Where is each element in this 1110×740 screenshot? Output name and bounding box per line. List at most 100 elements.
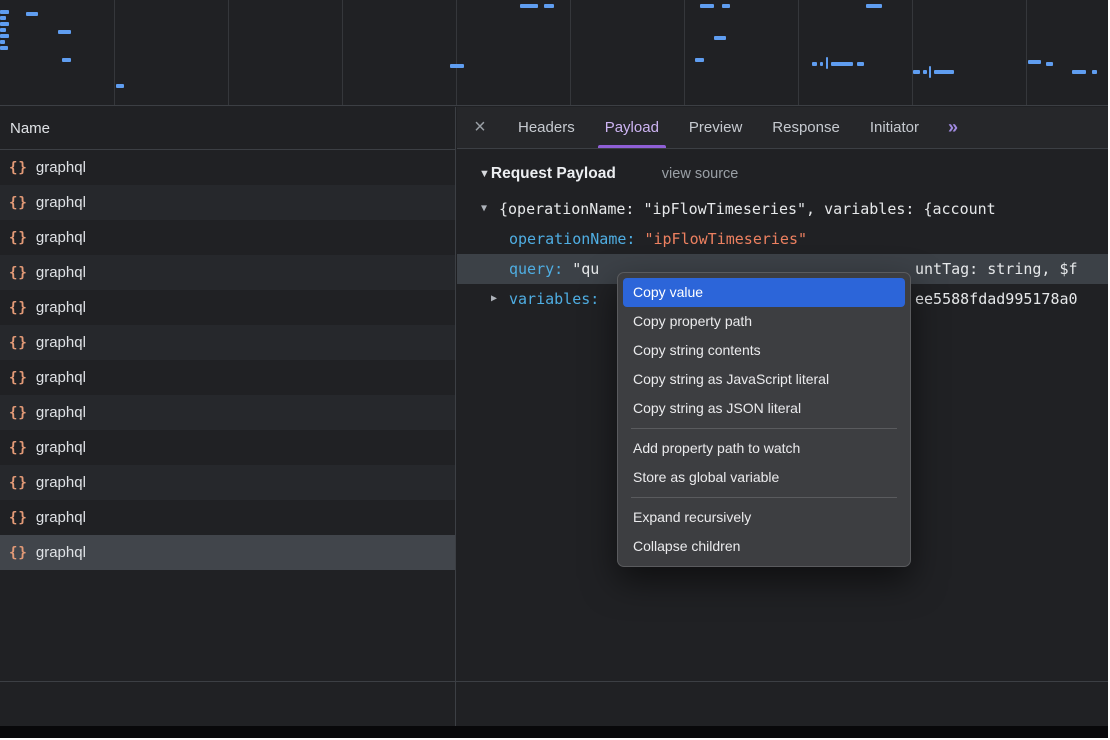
column-header-name[interactable]: Name bbox=[0, 107, 455, 150]
menu-item[interactable]: Expand recursively bbox=[623, 503, 905, 532]
activity-bar bbox=[700, 4, 714, 8]
request-payload-header: ▼ Request Payload view source bbox=[457, 165, 1108, 183]
activity-bar bbox=[58, 30, 71, 34]
tab-preview[interactable]: Preview bbox=[674, 107, 757, 148]
activity-bar bbox=[695, 58, 704, 62]
request-name: graphql bbox=[36, 439, 86, 456]
bottom-bar bbox=[0, 726, 1108, 738]
menu-item[interactable]: Store as global variable bbox=[623, 463, 905, 492]
json-braces-icon: {} bbox=[9, 475, 28, 491]
menu-item[interactable]: Copy string contents bbox=[623, 336, 905, 365]
grid-line bbox=[456, 0, 457, 105]
menu-item[interactable]: Copy value bbox=[623, 278, 905, 307]
request-name: graphql bbox=[36, 194, 86, 211]
tree-root-row[interactable]: ▼ {operationName: "ipFlowTimeseries", va… bbox=[457, 194, 1108, 224]
footer-divider bbox=[0, 681, 1108, 682]
grid-line bbox=[114, 0, 115, 105]
request-name: graphql bbox=[36, 509, 86, 526]
request-name: graphql bbox=[36, 299, 86, 316]
activity-bar bbox=[866, 4, 882, 8]
grid-line bbox=[912, 0, 913, 105]
grid-line bbox=[1026, 0, 1027, 105]
request-payload-title: Request Payload bbox=[491, 165, 616, 183]
json-braces-icon: {} bbox=[9, 195, 28, 211]
activity-bar bbox=[116, 84, 124, 88]
menu-item[interactable]: Copy property path bbox=[623, 307, 905, 336]
table-row[interactable]: {}graphql bbox=[0, 360, 455, 395]
activity-bar bbox=[1028, 60, 1041, 64]
object-preview: {operationName: "ipFlowTimeseries", vari… bbox=[499, 200, 996, 218]
table-row[interactable]: {}graphql bbox=[0, 395, 455, 430]
activity-bar bbox=[450, 64, 464, 68]
table-row[interactable]: {} graphql bbox=[0, 290, 455, 325]
property-key: query: bbox=[509, 260, 572, 278]
activity-bar bbox=[0, 22, 9, 26]
activity-bar bbox=[831, 62, 853, 66]
grid-line bbox=[684, 0, 685, 105]
activity-bar bbox=[857, 62, 864, 66]
table-row[interactable]: {}graphql bbox=[0, 255, 455, 290]
menu-item[interactable]: Copy string as JSON literal bbox=[623, 394, 905, 423]
network-overview-strip[interactable] bbox=[0, 0, 1108, 106]
menu-item[interactable]: Copy string as JavaScript literal bbox=[623, 365, 905, 394]
requests-panel: Name {} graphql {} graphql {} graphql {} graphq… bbox=[0, 107, 456, 726]
grid-line bbox=[342, 0, 343, 105]
activity-bar bbox=[544, 4, 554, 8]
json-braces-icon: {} bbox=[9, 545, 28, 561]
activity-bar bbox=[812, 62, 817, 66]
activity-bar bbox=[520, 4, 538, 8]
activity-bar bbox=[714, 36, 726, 40]
activity-bar bbox=[722, 4, 730, 8]
grid-line bbox=[570, 0, 571, 105]
json-braces-icon: {} bbox=[9, 370, 28, 386]
request-name: graphql bbox=[36, 334, 86, 351]
table-row[interactable]: {}graphql bbox=[0, 500, 455, 535]
activity-bar bbox=[929, 66, 931, 78]
activity-bar bbox=[1092, 70, 1097, 74]
view-source-link[interactable]: view source bbox=[662, 166, 739, 182]
activity-bar bbox=[0, 40, 5, 44]
close-icon[interactable]: × bbox=[457, 107, 503, 148]
menu-separator bbox=[631, 428, 897, 429]
expand-triangle-icon[interactable]: ▶ bbox=[491, 284, 497, 314]
json-braces-icon: {} bbox=[9, 405, 28, 421]
table-row[interactable]: {}graphql bbox=[0, 150, 455, 185]
activity-bar bbox=[26, 12, 38, 16]
activity-bar bbox=[923, 70, 927, 74]
json-braces-icon: {} bbox=[9, 335, 28, 351]
table-row[interactable]: {} graphql bbox=[0, 185, 455, 220]
menu-item[interactable]: Add property path to watch bbox=[623, 434, 905, 463]
collapse-triangle-icon[interactable]: ▼ bbox=[479, 168, 490, 180]
table-row[interactable]: {}graphql bbox=[0, 535, 455, 570]
devtools-network-panel: Name {} graphql {} graphql {} graphql {} graphq… bbox=[0, 0, 1108, 738]
table-row[interactable]: {} graphql bbox=[0, 465, 455, 500]
grid-line bbox=[798, 0, 799, 105]
json-braces-icon: {} bbox=[9, 300, 28, 316]
table-row[interactable]: {} graphql bbox=[0, 430, 455, 465]
more-tabs-icon[interactable]: » bbox=[938, 107, 968, 148]
tab-response[interactable]: Response bbox=[757, 107, 855, 148]
activity-bar bbox=[1072, 70, 1086, 74]
request-name: graphql bbox=[36, 159, 86, 176]
tab-payload[interactable]: Payload bbox=[590, 107, 674, 148]
json-braces-icon: {} bbox=[9, 440, 28, 456]
table-row[interactable]: {} graphql bbox=[0, 325, 455, 360]
request-name: graphql bbox=[36, 474, 86, 491]
activity-bar bbox=[0, 34, 9, 38]
activity-bar bbox=[913, 70, 920, 74]
activity-bar bbox=[0, 16, 6, 20]
tree-row-operationname[interactable]: operationName: "ipFlowTimeseries" bbox=[457, 224, 1108, 254]
json-braces-icon: {} bbox=[9, 265, 28, 281]
json-braces-icon: {} bbox=[9, 230, 28, 246]
menu-item[interactable]: Collapse children bbox=[623, 532, 905, 561]
context-menu: Copy valueCopy property pathCopy string … bbox=[617, 272, 911, 567]
tab-initiator[interactable]: Initiator bbox=[855, 107, 934, 148]
table-row[interactable]: {}graphql bbox=[0, 220, 455, 255]
property-key: variables: bbox=[509, 290, 599, 308]
activity-bar bbox=[826, 57, 828, 69]
tab-headers[interactable]: Headers bbox=[503, 107, 590, 148]
activity-bar bbox=[62, 58, 71, 62]
expand-triangle-icon[interactable]: ▼ bbox=[481, 194, 487, 224]
activity-bar bbox=[1046, 62, 1053, 66]
property-key: operationName: bbox=[509, 230, 644, 248]
